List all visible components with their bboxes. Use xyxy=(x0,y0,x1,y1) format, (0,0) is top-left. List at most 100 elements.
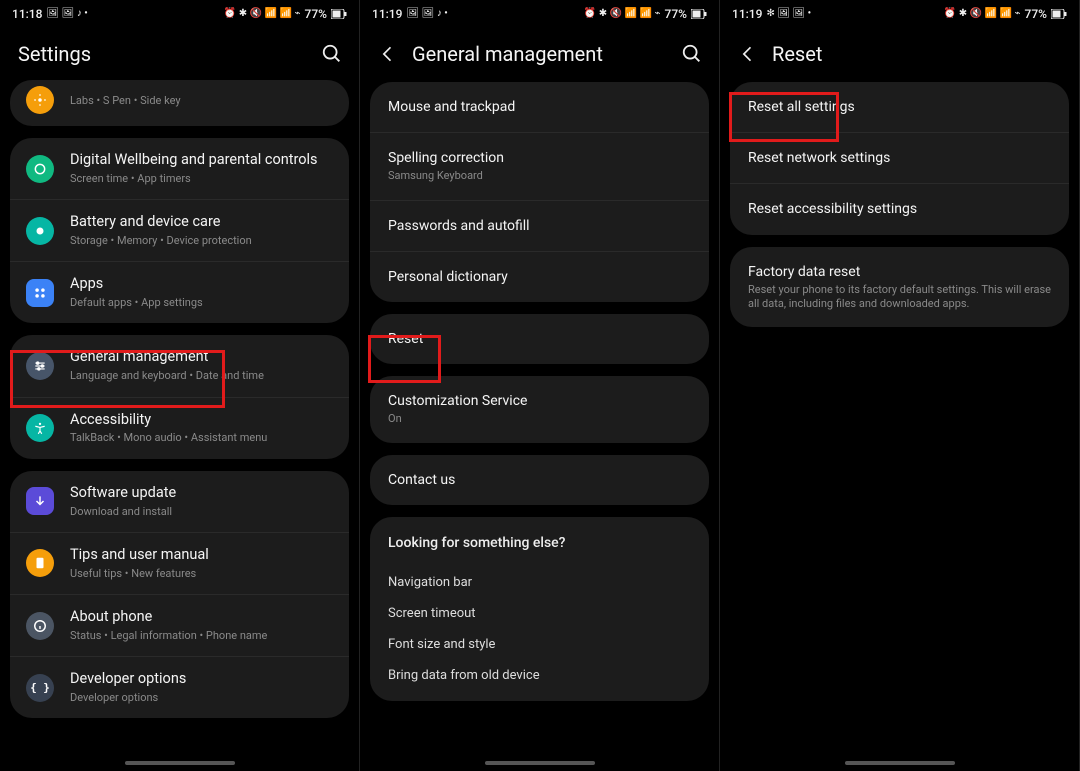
row-title: Reset accessibility settings xyxy=(748,200,1051,218)
row-apps[interactable]: Apps Default apps • App settings xyxy=(10,261,349,323)
row-sub: Screen time • App timers xyxy=(70,172,333,186)
header: Settings xyxy=(0,26,359,82)
card-reset: Reset xyxy=(370,314,709,364)
page-title: Reset xyxy=(772,42,1063,66)
row-sub: Labs • S Pen • Side key xyxy=(70,94,333,108)
status-time: 11:18 xyxy=(12,8,42,20)
status-battery: 77% xyxy=(665,8,687,20)
back-icon[interactable] xyxy=(738,44,758,64)
row-sub: Reset your phone to its factory default … xyxy=(748,283,1051,312)
status-right-icons: ⏰ ✱ 🔇 📶 📶 ⌁ xyxy=(224,9,301,19)
row-title: Spelling correction xyxy=(388,149,691,167)
row-mouse-trackpad[interactable]: Mouse and trackpad xyxy=(370,82,709,132)
looking-item-font[interactable]: Font size and style xyxy=(388,629,691,660)
row-sub: On xyxy=(388,412,691,426)
looking-title: Looking for something else? xyxy=(388,535,691,551)
accessibility-icon xyxy=(26,414,54,442)
status-time: 11:19 xyxy=(732,8,762,20)
card-input-options: Mouse and trackpad Spelling correction S… xyxy=(370,82,709,302)
row-battery-care[interactable]: Battery and device care Storage • Memory… xyxy=(10,199,349,261)
row-tips[interactable]: Tips and user manual Useful tips • New f… xyxy=(10,532,349,594)
search-icon[interactable] xyxy=(681,43,703,65)
row-title: Developer options xyxy=(70,670,333,689)
row-title: Reset xyxy=(388,330,691,348)
row-sub: Status • Legal information • Phone name xyxy=(70,629,333,643)
card-contact: Contact us xyxy=(370,455,709,505)
battery-icon xyxy=(1051,9,1067,19)
back-icon[interactable] xyxy=(378,44,398,64)
row-title: Apps xyxy=(70,275,333,294)
screen-reset: 11:19 ✻ 🖼 🖼 • ⏰ ✱ 🔇 📶 📶 ⌁ 77% Reset Rese… xyxy=(720,0,1080,771)
page-title: Settings xyxy=(18,42,307,66)
update-icon xyxy=(26,487,54,515)
status-left-icons: 🖼 🖼 ♪ • xyxy=(406,9,447,19)
looking-item-nav[interactable]: Navigation bar xyxy=(388,567,691,598)
row-factory-reset[interactable]: Factory data reset Reset your phone to i… xyxy=(730,247,1069,328)
nav-indicator[interactable] xyxy=(125,761,235,765)
row-sub: Language and keyboard • Date and time xyxy=(70,369,333,383)
row-sub: Samsung Keyboard xyxy=(388,169,691,183)
row-accessibility[interactable]: Accessibility TalkBack • Mono audio • As… xyxy=(10,397,349,459)
row-title: Passwords and autofill xyxy=(388,217,691,235)
card-system: Software update Download and install Tip… xyxy=(10,471,349,719)
card-management: General management Language and keyboard… xyxy=(10,335,349,458)
row-title: Personal dictionary xyxy=(388,268,691,286)
status-battery: 77% xyxy=(1025,8,1047,20)
header: General management xyxy=(360,26,719,82)
row-title: General management xyxy=(70,348,333,367)
row-reset-all[interactable]: Reset all settings xyxy=(730,82,1069,132)
row-sub: TalkBack • Mono audio • Assistant menu xyxy=(70,431,333,445)
status-battery: 77% xyxy=(305,8,327,20)
about-icon xyxy=(26,612,54,640)
row-customization[interactable]: Customization Service On xyxy=(370,376,709,442)
row-passwords[interactable]: Passwords and autofill xyxy=(370,200,709,251)
apps-icon xyxy=(26,279,54,307)
row-title: Factory data reset xyxy=(748,263,1051,281)
row-sub: Useful tips • New features xyxy=(70,567,333,581)
looking-item-timeout[interactable]: Screen timeout xyxy=(388,598,691,629)
row-dictionary[interactable]: Personal dictionary xyxy=(370,251,709,302)
row-digital-wellbeing[interactable]: Digital Wellbeing and parental controls … xyxy=(10,138,349,199)
status-right-icons: ⏰ ✱ 🔇 📶 📶 ⌁ xyxy=(944,9,1021,19)
row-title: Battery and device care xyxy=(70,213,333,232)
row-contact[interactable]: Contact us xyxy=(370,455,709,505)
row-reset[interactable]: Reset xyxy=(370,314,709,364)
row-title: Customization Service xyxy=(388,392,691,410)
screen-settings: 11:18 🖼 🖼 ♪ • ⏰ ✱ 🔇 📶 📶 ⌁ 77% Settings L… xyxy=(0,0,360,771)
row-software-update[interactable]: Software update Download and install xyxy=(10,471,349,532)
row-sub: Default apps • App settings xyxy=(70,296,333,310)
card-advanced: Labs • S Pen • Side key xyxy=(10,80,349,126)
row-advanced-features[interactable]: Labs • S Pen • Side key xyxy=(10,80,349,126)
row-sub: Developer options xyxy=(70,691,333,705)
wellbeing-icon xyxy=(26,155,54,183)
status-left-icons: 🖼 🖼 ♪ • xyxy=(46,9,87,19)
card-reset-options: Reset all settings Reset network setting… xyxy=(730,82,1069,235)
row-general-management[interactable]: General management Language and keyboard… xyxy=(10,335,349,396)
card-wellbeing: Digital Wellbeing and parental controls … xyxy=(10,138,349,323)
card-customization: Customization Service On xyxy=(370,376,709,442)
page-title: General management xyxy=(412,42,667,66)
status-right-icons: ⏰ ✱ 🔇 📶 📶 ⌁ xyxy=(584,9,661,19)
row-title: About phone xyxy=(70,608,333,627)
status-bar: 11:19 🖼 🖼 ♪ • ⏰ ✱ 🔇 📶 📶 ⌁ 77% xyxy=(360,0,719,26)
row-sub: Download and install xyxy=(70,505,333,519)
row-title: Reset all settings xyxy=(748,98,1051,116)
row-title: Accessibility xyxy=(70,411,333,430)
row-spelling[interactable]: Spelling correction Samsung Keyboard xyxy=(370,132,709,199)
nav-indicator[interactable] xyxy=(485,761,595,765)
status-bar: 11:19 ✻ 🖼 🖼 • ⏰ ✱ 🔇 📶 📶 ⌁ 77% xyxy=(720,0,1079,26)
row-about-phone[interactable]: About phone Status • Legal information •… xyxy=(10,594,349,656)
management-icon xyxy=(26,352,54,380)
advanced-icon xyxy=(26,86,54,114)
looking-item-bring[interactable]: Bring data from old device xyxy=(388,660,691,691)
row-reset-network[interactable]: Reset network settings xyxy=(730,132,1069,183)
battery-care-icon xyxy=(26,217,54,245)
nav-indicator[interactable] xyxy=(845,761,955,765)
row-reset-accessibility[interactable]: Reset accessibility settings xyxy=(730,183,1069,234)
row-title: Software update xyxy=(70,484,333,503)
status-left-icons: ✻ 🖼 🖼 • xyxy=(766,9,811,19)
search-icon[interactable] xyxy=(321,43,343,65)
row-developer-options[interactable]: { } Developer options Developer options xyxy=(10,656,349,718)
row-sub: Storage • Memory • Device protection xyxy=(70,234,333,248)
dev-icon: { } xyxy=(26,674,54,702)
